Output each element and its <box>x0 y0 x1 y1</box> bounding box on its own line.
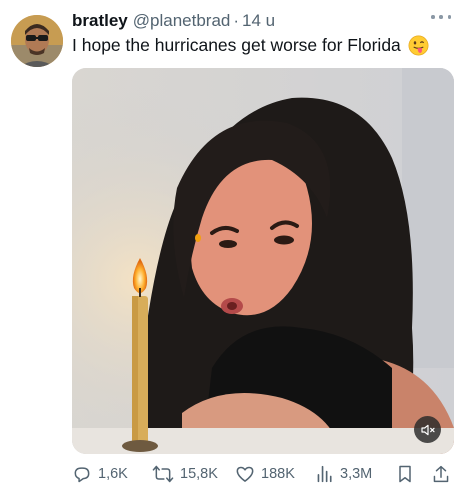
author-handle[interactable]: @planetbrad <box>133 11 231 31</box>
more-dot <box>431 15 435 19</box>
heart-icon <box>236 466 254 482</box>
tweet-header: bratley @planetbrad · 14 u <box>72 11 451 31</box>
mute-toggle-button[interactable] <box>414 416 441 443</box>
video-player[interactable] <box>72 68 454 454</box>
speaker-muted-icon <box>420 424 435 435</box>
like-button[interactable]: 188K <box>235 461 295 487</box>
share-icon <box>433 465 449 483</box>
reply-count: 1,6K <box>98 466 128 482</box>
avatar[interactable] <box>11 15 63 67</box>
more-options-button[interactable] <box>431 10 451 24</box>
views-button[interactable]: 3,3M <box>316 461 372 487</box>
more-dot <box>439 15 443 19</box>
video-frame <box>72 68 454 454</box>
reply-button[interactable]: 1,6K <box>72 461 128 487</box>
tweet-text-line: I hope the hurricanes get worse for Flor… <box>72 35 429 56</box>
share-button[interactable] <box>432 461 450 487</box>
views-chart-icon <box>317 465 332 483</box>
bookmark-button[interactable] <box>396 461 414 487</box>
views-count: 3,3M <box>340 466 373 482</box>
avatar-image <box>11 15 63 67</box>
tweet-text: I hope the hurricanes get worse for Flor… <box>72 35 401 55</box>
action-bar: 1,6K 15,8K 188K 3,3M <box>72 461 455 487</box>
more-dot <box>447 15 451 19</box>
timestamp[interactable]: 14 u <box>242 11 275 31</box>
bookmark-icon <box>399 465 411 483</box>
author-name[interactable]: bratley <box>72 11 128 31</box>
repost-count: 15,8K <box>180 466 218 482</box>
reply-icon <box>74 467 90 483</box>
repost-button[interactable]: 15,8K <box>152 461 218 487</box>
like-count: 188K <box>261 466 295 482</box>
repost-icon <box>152 465 174 483</box>
separator-dot: · <box>233 11 240 30</box>
face-with-tongue-icon <box>408 35 429 56</box>
